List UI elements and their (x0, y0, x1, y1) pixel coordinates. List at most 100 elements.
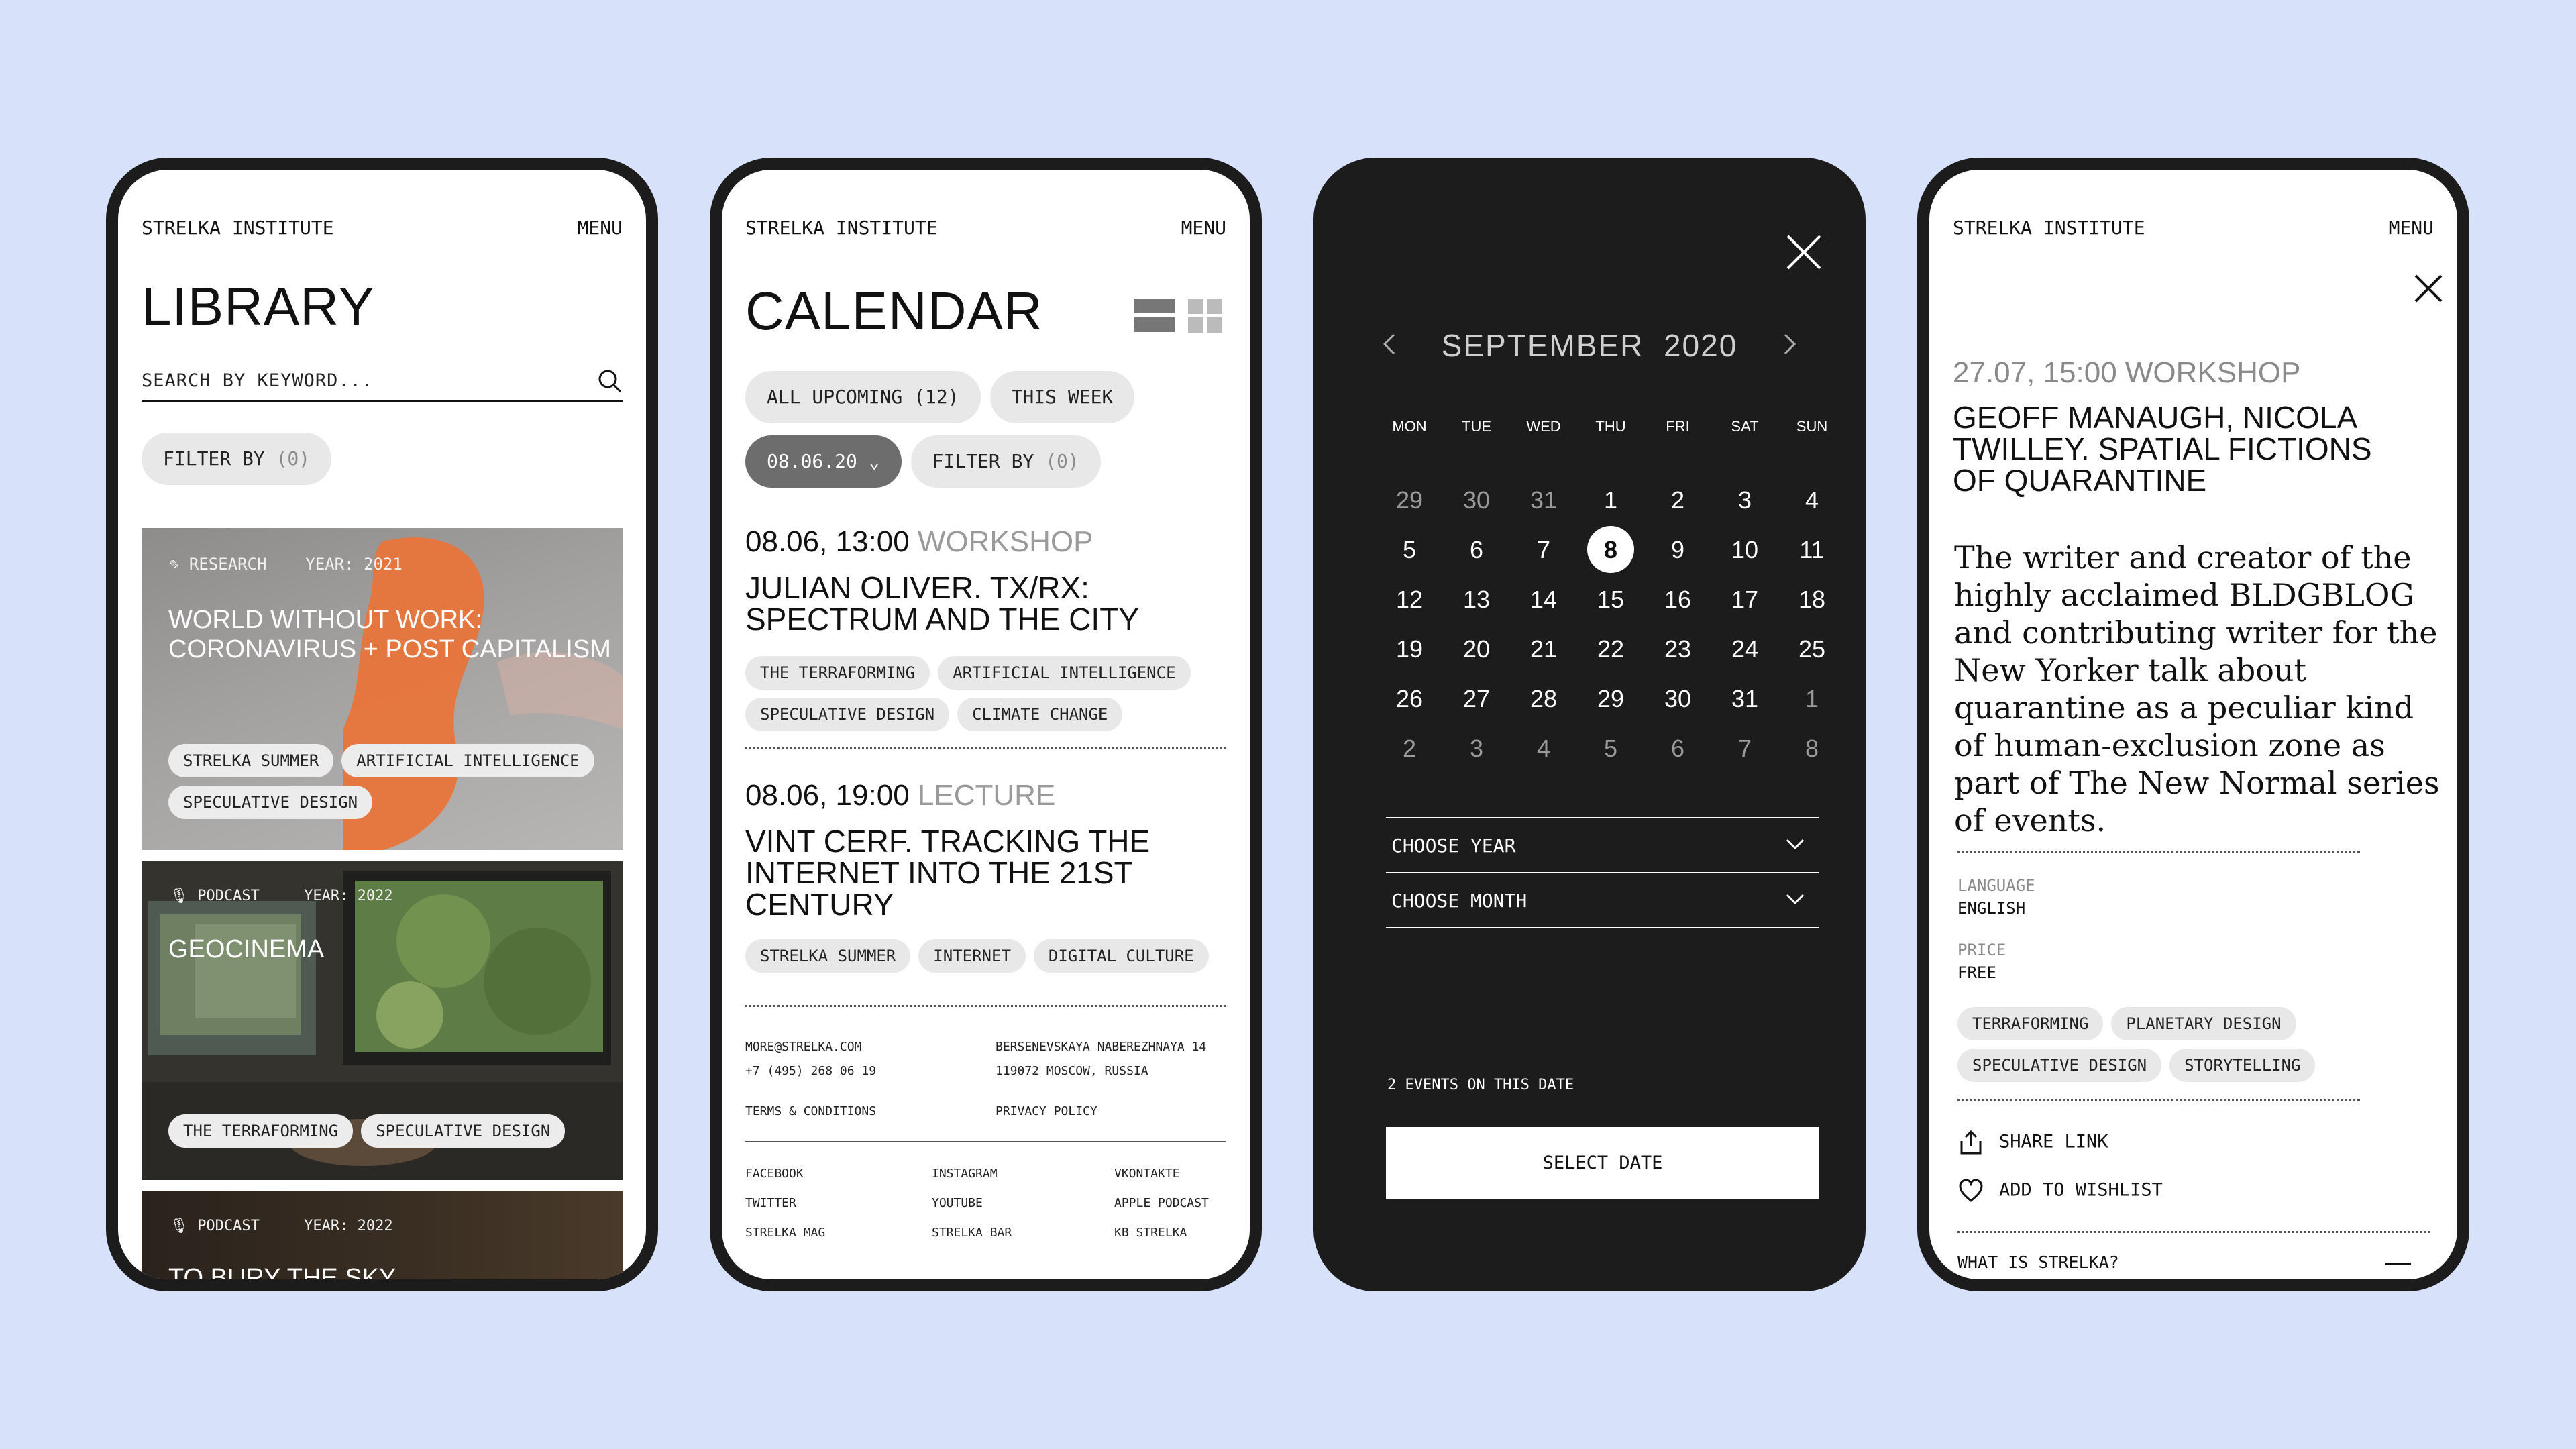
day-cell[interactable]: 26 (1376, 685, 1443, 713)
choose-year-dropdown[interactable]: CHOOSE YEAR (1386, 817, 1819, 872)
footer-terms[interactable]: TERMS & CONDITIONS (745, 1099, 876, 1124)
search-input[interactable]: SEARCH BY KEYWORD... (142, 366, 623, 402)
tag[interactable]: ARTIFICIAL INTELLIGENCE (341, 744, 594, 777)
footer-link[interactable]: APPLE PODCAST (1114, 1189, 1209, 1218)
event-title[interactable]: VINT CERF. TRACKING THE INTERNET INTO TH… (745, 826, 1228, 920)
tag[interactable]: STORYTELLING (2169, 1049, 2316, 1082)
tag[interactable]: INTERNET (918, 939, 1026, 973)
brand-logo[interactable]: STRELKA INSTITUTE (1953, 217, 2145, 239)
menu-button[interactable]: MENU (2389, 217, 2434, 239)
day-cell[interactable]: 25 (1778, 635, 1845, 663)
day-cell[interactable]: 3 (1711, 486, 1778, 515)
grid-view-icon[interactable] (1188, 299, 1223, 333)
close-icon[interactable] (2414, 274, 2443, 303)
day-cell[interactable]: 5 (1577, 735, 1644, 763)
day-cell-selected[interactable]: 8 (1577, 536, 1644, 564)
footer-link[interactable]: KB STRELKA (1114, 1218, 1209, 1248)
search-icon[interactable] (596, 368, 623, 394)
footer-email[interactable]: MORE@STRELKA.COM (745, 1035, 876, 1059)
menu-button[interactable]: MENU (578, 217, 623, 239)
day-cell[interactable]: 2 (1644, 486, 1711, 515)
day-cell[interactable]: 23 (1644, 635, 1711, 663)
day-cell[interactable]: 1 (1778, 685, 1845, 713)
day-cell[interactable]: 4 (1510, 735, 1577, 763)
tag[interactable]: THE TERRAFORMING (745, 656, 930, 690)
choose-month-dropdown[interactable]: CHOOSE MONTH (1386, 872, 1819, 928)
day-cell[interactable]: 18 (1778, 586, 1845, 614)
footer-link[interactable]: INSTAGRAM (932, 1159, 1012, 1189)
day-cell[interactable]: 3 (1443, 735, 1510, 763)
tab-all-upcoming[interactable]: ALL UPCOMING (12) (745, 371, 981, 423)
day-cell[interactable]: 12 (1376, 586, 1443, 614)
select-date-button[interactable]: SELECT DATE (1386, 1127, 1819, 1199)
tag[interactable]: DIGITAL CULTURE (1033, 939, 1209, 973)
library-card[interactable]: 🎙 PODCAST YEAR: 2022 GEOCINEMA THE TERRA… (142, 861, 623, 1180)
filter-button[interactable]: FILTER BY (0) (142, 433, 339, 493)
day-cell[interactable]: 2 (1376, 735, 1443, 763)
day-cell[interactable]: 31 (1711, 685, 1778, 713)
day-cell[interactable]: 4 (1778, 486, 1845, 515)
footer-link[interactable]: STRELKA BAR (932, 1218, 1012, 1248)
day-cell[interactable]: 29 (1376, 486, 1443, 515)
brand-logo[interactable]: STRELKA INSTITUTE (745, 217, 938, 239)
chevron-right-icon[interactable] (1780, 331, 1800, 358)
tag[interactable]: STRELKA SUMMER (745, 939, 911, 973)
tag[interactable]: THE TERRAFORMING (168, 1114, 354, 1148)
day-cell[interactable]: 21 (1510, 635, 1577, 663)
day-cell[interactable]: 27 (1443, 685, 1510, 713)
day-cell[interactable]: 5 (1376, 536, 1443, 564)
tag[interactable]: PLANETARY DESIGN (2111, 1007, 2296, 1040)
event-title[interactable]: JULIAN OLIVER. TX/RX: SPECTRUM AND THE C… (745, 572, 1228, 635)
library-card[interactable]: 🎙 PODCAST YEAR: 2022 TO BURY THE SKY (142, 1191, 623, 1279)
day-cell[interactable]: 7 (1711, 735, 1778, 763)
tag[interactable]: ARTIFICIAL INTELLIGENCE (938, 656, 1191, 690)
footer-link[interactable]: YOUTUBE (932, 1189, 1012, 1218)
tag[interactable]: SPECULATIVE DESIGN (745, 698, 950, 731)
day-cell[interactable]: 14 (1510, 586, 1577, 614)
footer-link[interactable]: STRELKA MAG (745, 1218, 825, 1248)
day-cell[interactable]: 20 (1443, 635, 1510, 663)
collapse-icon[interactable] (2385, 1263, 2411, 1265)
day-cell[interactable]: 9 (1644, 536, 1711, 564)
list-view-icon[interactable] (1134, 299, 1175, 333)
date-chip[interactable]: 08.06.20 ⌄ (745, 435, 902, 488)
day-cell[interactable]: 24 (1711, 635, 1778, 663)
footer-link[interactable]: FACEBOOK (745, 1159, 825, 1189)
tag[interactable]: SPECULATIVE DESIGN (361, 1114, 566, 1148)
day-cell[interactable]: 8 (1778, 735, 1845, 763)
tag[interactable]: STRELKA SUMMER (168, 744, 334, 777)
tag[interactable]: CLIMATE CHANGE (957, 698, 1123, 731)
accordion-what-is-strelka[interactable]: WHAT IS STRELKA? (1957, 1252, 2119, 1272)
tab-this-week[interactable]: THIS WEEK (989, 371, 1135, 423)
day-cell[interactable]: 6 (1443, 536, 1510, 564)
tag[interactable]: SPECULATIVE DESIGN (168, 786, 373, 819)
day-cell[interactable]: 28 (1510, 685, 1577, 713)
footer-phone[interactable]: +7 (495) 268 06 19 (745, 1059, 876, 1083)
brand-logo[interactable]: STRELKA INSTITUTE (142, 217, 334, 239)
day-cell[interactable]: 30 (1644, 685, 1711, 713)
filter-button[interactable]: FILTER BY (0) (910, 435, 1101, 488)
day-cell[interactable]: 19 (1376, 635, 1443, 663)
day-cell[interactable]: 17 (1711, 586, 1778, 614)
tag[interactable]: TERRAFORMING (1957, 1007, 2104, 1040)
share-link-button[interactable]: SHARE LINK (1957, 1129, 2108, 1156)
day-cell[interactable]: 1 (1577, 486, 1644, 515)
day-cell[interactable]: 16 (1644, 586, 1711, 614)
menu-button[interactable]: MENU (1181, 217, 1226, 239)
day-cell[interactable]: 29 (1577, 685, 1644, 713)
tag[interactable]: SPECULATIVE DESIGN (1957, 1049, 2162, 1082)
footer-link[interactable]: VKONTAKTE (1114, 1159, 1209, 1189)
day-cell[interactable]: 13 (1443, 586, 1510, 614)
footer-link[interactable]: TWITTER (745, 1189, 825, 1218)
close-icon[interactable] (1785, 233, 1823, 271)
day-cell[interactable]: 10 (1711, 536, 1778, 564)
library-card[interactable]: ✎ RESEARCH YEAR: 2021 WORLD WITHOUT WORK… (142, 528, 623, 850)
day-cell[interactable]: 30 (1443, 486, 1510, 515)
day-cell[interactable]: 31 (1510, 486, 1577, 515)
footer-privacy[interactable]: PRIVACY POLICY (996, 1099, 1206, 1124)
day-cell[interactable]: 6 (1644, 735, 1711, 763)
day-cell[interactable]: 7 (1510, 536, 1577, 564)
day-cell[interactable]: 22 (1577, 635, 1644, 663)
day-cell[interactable]: 11 (1778, 536, 1845, 564)
day-cell[interactable]: 15 (1577, 586, 1644, 614)
